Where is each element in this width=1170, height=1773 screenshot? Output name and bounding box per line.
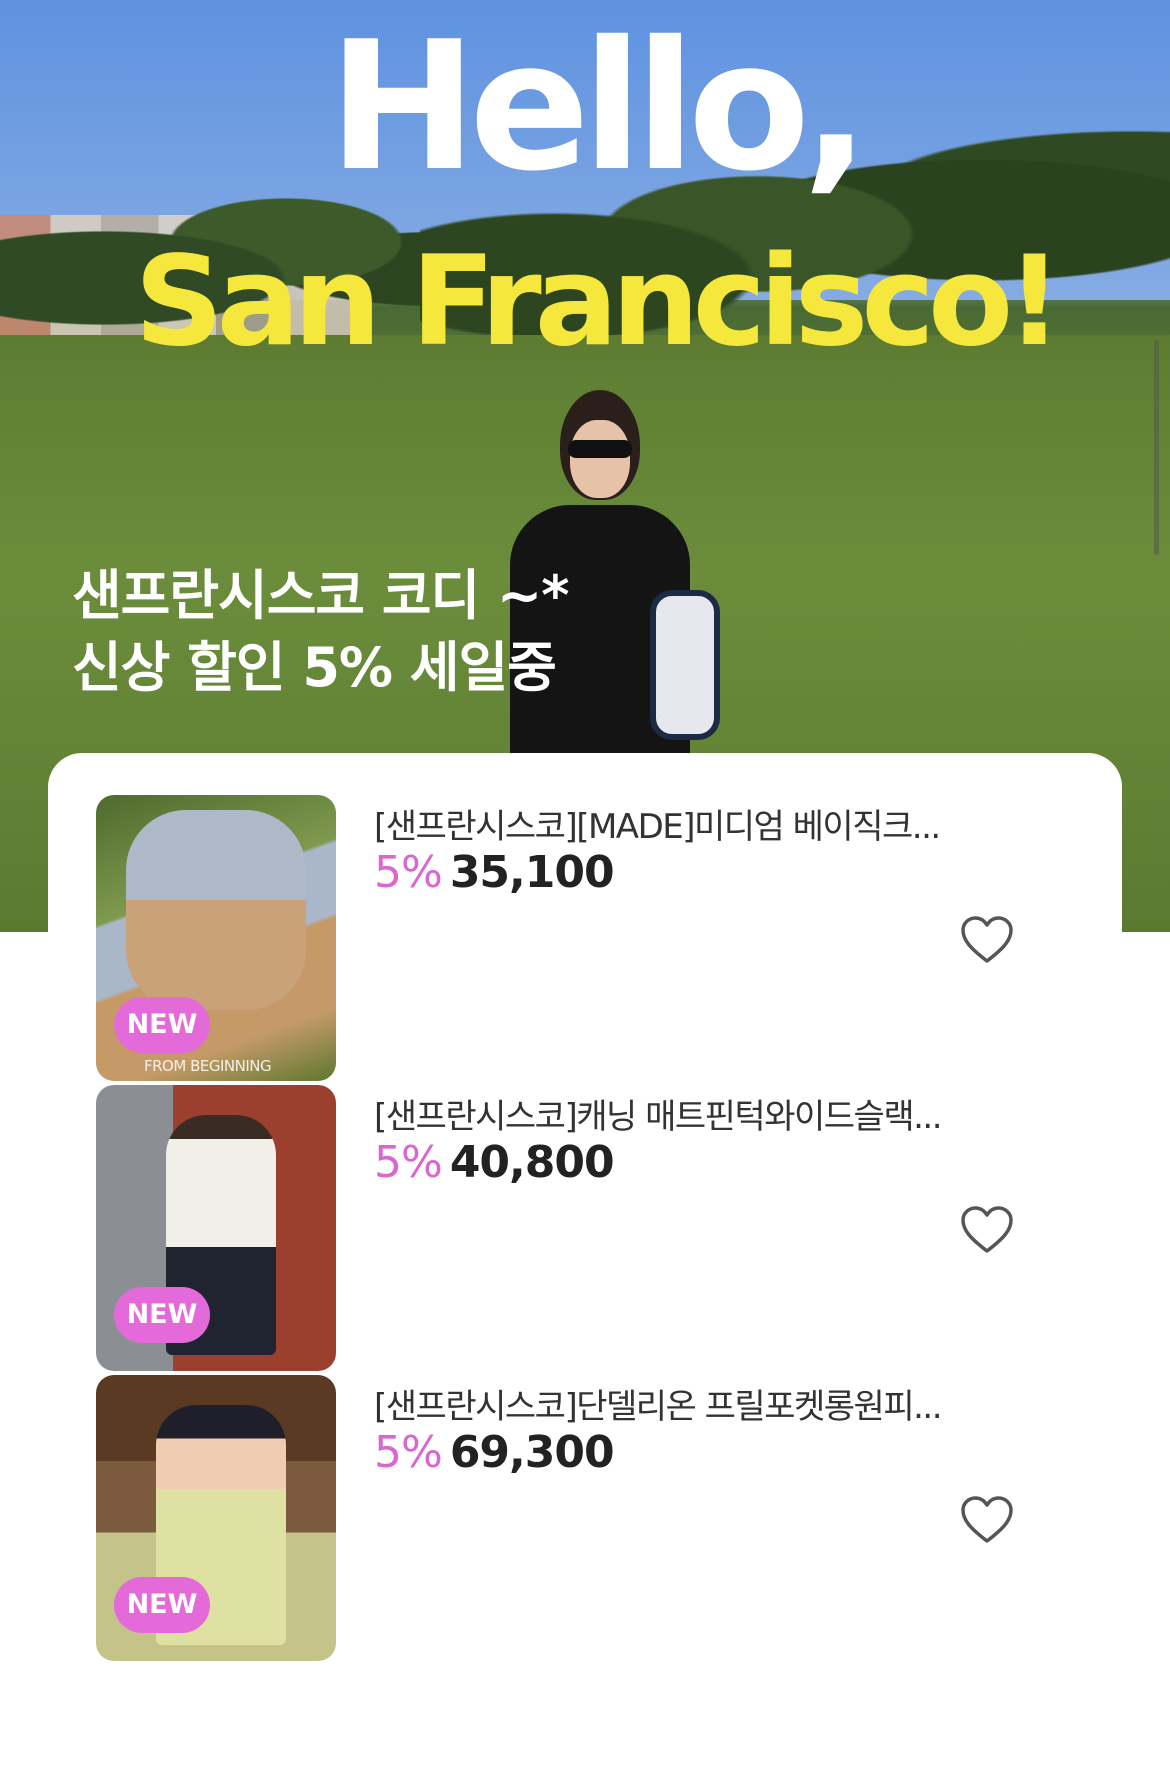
new-badge: NEW (114, 997, 210, 1053)
product-item[interactable]: NEW [샌프란시스코]캐닝 매트핀턱와이드슬랙... 5% 40,800 (48, 1085, 1028, 1371)
heart-outline-icon[interactable] (960, 1495, 1014, 1545)
product-image[interactable]: NEW (96, 1085, 336, 1371)
heart-outline-icon[interactable] (960, 915, 1014, 965)
price-row: 5% 35,100 (374, 847, 615, 898)
product-image[interactable]: NEW FROM BEGINNING (96, 795, 336, 1081)
new-badge: NEW (114, 1287, 210, 1343)
hero-subtitle: 샌프란시스코 코디 ~* 신상 할인 5% 세일중 (72, 560, 570, 704)
product-item[interactable]: NEW FROM BEGINNING [샌프란시스코][MADE]미디엄 베이직… (48, 795, 1028, 1081)
product-price: 40,800 (449, 1137, 615, 1188)
hero-subtitle-line-1: 샌프란시스코 코디 ~* (72, 564, 570, 627)
product-price: 35,100 (449, 847, 615, 898)
hero-title-city: San Francisco! (134, 230, 1062, 374)
discount-rate: 5% (374, 847, 443, 898)
product-image[interactable]: NEW (96, 1375, 336, 1661)
product-price: 69,300 (449, 1427, 615, 1478)
price-row: 5% 40,800 (374, 1137, 615, 1188)
heart-outline-icon[interactable] (960, 1205, 1014, 1255)
product-title[interactable]: [샌프란시스코][MADE]미디엄 베이직크... (374, 799, 974, 848)
discount-rate: 5% (374, 1427, 443, 1478)
product-title[interactable]: [샌프란시스코]캐닝 매트핀턱와이드슬랙... (374, 1089, 974, 1138)
price-row: 5% 69,300 (374, 1427, 615, 1478)
hero-subtitle-line-2: 신상 할인 5% 세일중 (72, 636, 557, 699)
discount-rate: 5% (374, 1137, 443, 1188)
hero-title-hello: Hello, (328, 3, 870, 210)
product-title[interactable]: [샌프란시스코]단델리온 프릴포켓롱원피... (374, 1379, 974, 1428)
new-badge: NEW (114, 1577, 210, 1633)
product-item[interactable]: NEW [샌프란시스코]단델리온 프릴포켓롱원피... 5% 69,300 (48, 1375, 1028, 1661)
image-caption: FROM BEGINNING (144, 1057, 272, 1075)
product-list-card: NEW FROM BEGINNING [샌프란시스코][MADE]미디엄 베이직… (48, 753, 1122, 1773)
scrollbar-thumb[interactable] (1154, 340, 1159, 555)
